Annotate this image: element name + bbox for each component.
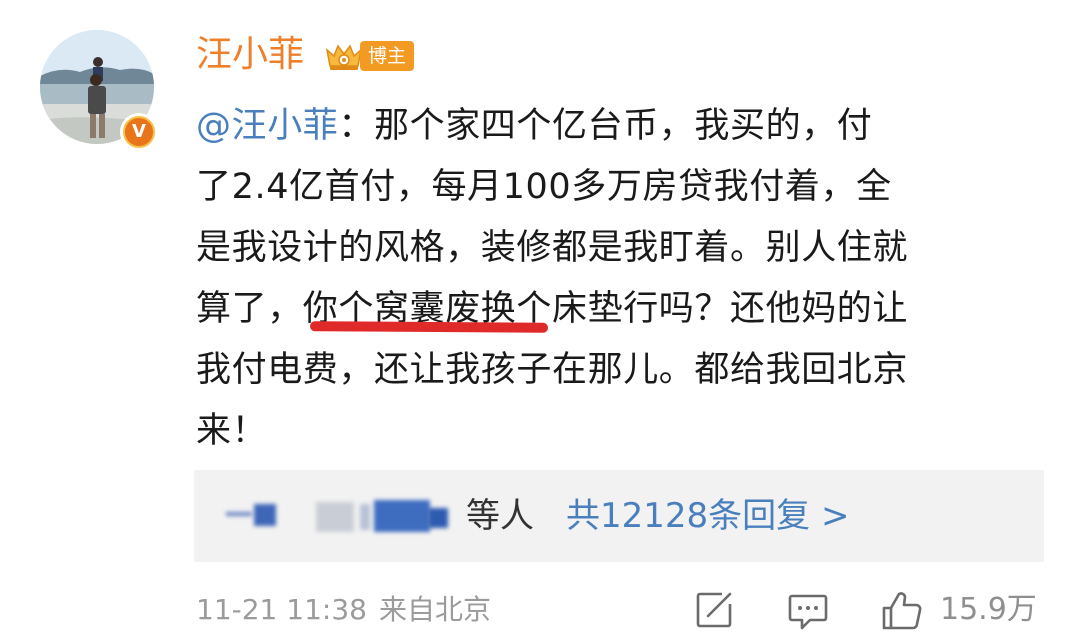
comment-text: ：那个家四个亿台币，我买的，付: [338, 106, 873, 146]
blogger-badge: 博主: [324, 40, 415, 72]
replies-preview-bar[interactable]: 等人 共12128条回复 >: [194, 470, 1044, 562]
comment-line: 是我设计的风格，装修都是我盯着。别人住就: [196, 228, 909, 268]
thumbs-up-icon[interactable]: [880, 588, 924, 632]
comment-location: 来自北京: [378, 593, 491, 626]
comment-line: 来！: [196, 411, 268, 451]
comment-icon[interactable]: [786, 588, 830, 632]
comment-meta: 11-21 11:38 来自北京: [196, 588, 491, 632]
weibo-comment-card: V 汪小菲 博主 @汪小菲：那个家四个亿台币，我买的，付 了2.4亿首付，每月1…: [0, 0, 1080, 639]
comment-line: @汪小菲：那个家四个亿台币，我买的，付: [196, 96, 1052, 157]
blurred-usernames: [224, 498, 464, 534]
verified-badge: V: [120, 113, 158, 151]
mention-link[interactable]: @汪小菲: [196, 106, 338, 146]
red-underline-annotation: [309, 321, 549, 333]
blogger-badge-label: 博主: [360, 41, 415, 71]
comment-body: @汪小菲：那个家四个亿台币，我买的，付 了2.4亿首付，每月100多万房贷我付着…: [196, 96, 1052, 462]
crown-icon: [325, 44, 363, 70]
verified-v-icon: V: [123, 116, 155, 148]
username[interactable]: 汪小菲: [196, 30, 304, 80]
replies-suffix: 等人: [466, 496, 534, 536]
comment-line: 我付电费，还让我孩子在那儿。都给我回北京: [196, 350, 909, 390]
share-icon[interactable]: [692, 588, 736, 632]
view-all-replies-link[interactable]: 共12128条回复 >: [566, 492, 849, 540]
comment-timestamp: 11-21 11:38: [196, 593, 367, 626]
comment-line: 了2.4亿首付，每月100多万房贷我付着，全: [196, 167, 892, 207]
like-count: 15.9万: [940, 592, 1037, 627]
